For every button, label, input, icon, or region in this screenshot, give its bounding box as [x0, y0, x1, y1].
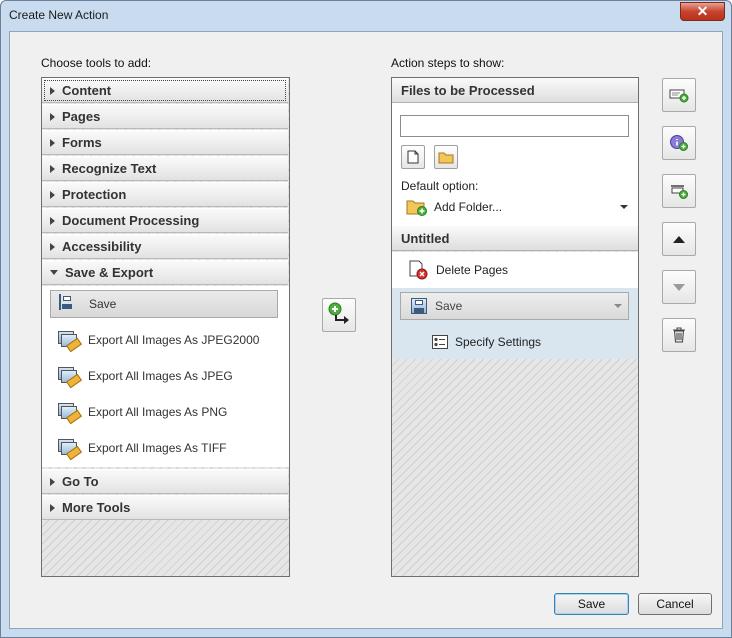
add-instruction-button[interactable]: [662, 126, 696, 160]
add-panel-button[interactable]: [662, 174, 696, 208]
expand-arrow-icon: [50, 190, 55, 199]
export-image-icon: [58, 439, 83, 461]
expand-arrow-icon: [50, 242, 55, 251]
expand-arrow-icon: [50, 86, 55, 95]
category-go-to[interactable]: Go To: [42, 469, 288, 494]
expand-arrow-icon: [50, 477, 55, 486]
collapse-arrow-icon: [50, 270, 58, 275]
info-add-icon: [670, 135, 688, 151]
move-down-button[interactable]: [662, 270, 696, 304]
category-more-tools[interactable]: More Tools: [42, 495, 288, 520]
export-image-icon: [58, 403, 83, 425]
close-button[interactable]: ✕: [680, 2, 725, 21]
tool-export-jpeg2000[interactable]: Export All Images As JPEG2000: [50, 326, 278, 354]
category-protection[interactable]: Protection: [42, 182, 288, 207]
expand-arrow-icon: [50, 138, 55, 147]
category-pages[interactable]: Pages: [42, 104, 288, 129]
add-folder-button[interactable]: [434, 145, 458, 169]
export-image-icon: [58, 367, 83, 389]
step-options-arrow-icon[interactable]: [614, 304, 622, 308]
files-header: Files to be Processed: [392, 78, 638, 103]
tools-panel: Content Pages Forms Recognize Text Prote…: [41, 77, 290, 577]
panel-add-icon: [671, 185, 688, 199]
save-button[interactable]: Save: [554, 593, 629, 615]
tool-save[interactable]: Save: [50, 290, 278, 318]
choose-tools-label: Choose tools to add:: [41, 56, 152, 70]
title-bar[interactable]: Create New Action ✕: [1, 1, 731, 31]
delete-step-button[interactable]: [662, 318, 696, 352]
specify-settings-item[interactable]: Specify Settings: [432, 332, 541, 352]
tool-export-jpeg[interactable]: Export All Images As JPEG: [50, 362, 278, 390]
category-save-export[interactable]: Save & Export: [42, 260, 288, 285]
window-title: Create New Action: [9, 8, 109, 22]
category-document-processing[interactable]: Document Processing: [42, 208, 288, 233]
save-icon: [59, 294, 81, 313]
category-accessibility[interactable]: Accessibility: [42, 234, 288, 259]
add-arrow-icon: [328, 302, 349, 324]
dropdown-arrow-icon: [620, 205, 628, 209]
delete-pages-icon: [409, 260, 428, 280]
arrow-up-icon: [673, 235, 685, 243]
expand-arrow-icon: [50, 164, 55, 173]
move-up-button[interactable]: [662, 222, 696, 256]
default-option-value: Add Folder...: [434, 200, 503, 214]
category-forms[interactable]: Forms: [42, 130, 288, 155]
expand-arrow-icon: [50, 503, 55, 512]
action-steps-label: Action steps to show:: [391, 56, 505, 70]
default-option-dropdown[interactable]: Add Folder...: [406, 197, 628, 217]
category-recognize-text[interactable]: Recognize Text: [42, 156, 288, 181]
dialog-window: Create New Action ✕ Choose tools to add:…: [0, 0, 732, 638]
insert-step-icon: [669, 89, 689, 103]
settings-list-icon: [432, 335, 448, 349]
category-content[interactable]: Content: [42, 78, 288, 103]
add-file-button[interactable]: [401, 145, 425, 169]
files-input[interactable]: [400, 115, 629, 137]
folder-icon: [438, 152, 454, 163]
close-icon: ✕: [696, 3, 709, 19]
file-icon: [407, 150, 419, 164]
tool-export-tiff[interactable]: Export All Images As TIFF: [50, 434, 278, 462]
step-save-container: Save Specify Settings: [392, 288, 638, 359]
files-section: Default option: Add Folder...: [392, 103, 638, 226]
save-icon: [411, 298, 427, 314]
untitled-header: Untitled: [392, 226, 638, 251]
step-save[interactable]: Save: [400, 292, 629, 320]
save-export-tools: Save Export All Images As JPEG2000 Expor…: [42, 286, 289, 467]
add-folder-icon: [406, 200, 427, 216]
insert-step-button[interactable]: [662, 78, 696, 112]
arrow-down-icon: [673, 283, 685, 291]
step-delete-pages[interactable]: Delete Pages: [392, 252, 638, 288]
export-image-icon: [58, 331, 83, 353]
action-steps-panel: Files to be Processed Default option: Ad…: [391, 77, 639, 577]
dialog-body: Choose tools to add: Content Pages Forms…: [9, 31, 723, 629]
default-option-label: Default option:: [401, 179, 479, 193]
add-tool-button[interactable]: [322, 298, 356, 332]
tool-export-png[interactable]: Export All Images As PNG: [50, 398, 278, 426]
expand-arrow-icon: [50, 216, 55, 225]
cancel-button[interactable]: Cancel: [638, 593, 712, 615]
expand-arrow-icon: [50, 112, 55, 121]
trash-icon: [673, 327, 685, 343]
